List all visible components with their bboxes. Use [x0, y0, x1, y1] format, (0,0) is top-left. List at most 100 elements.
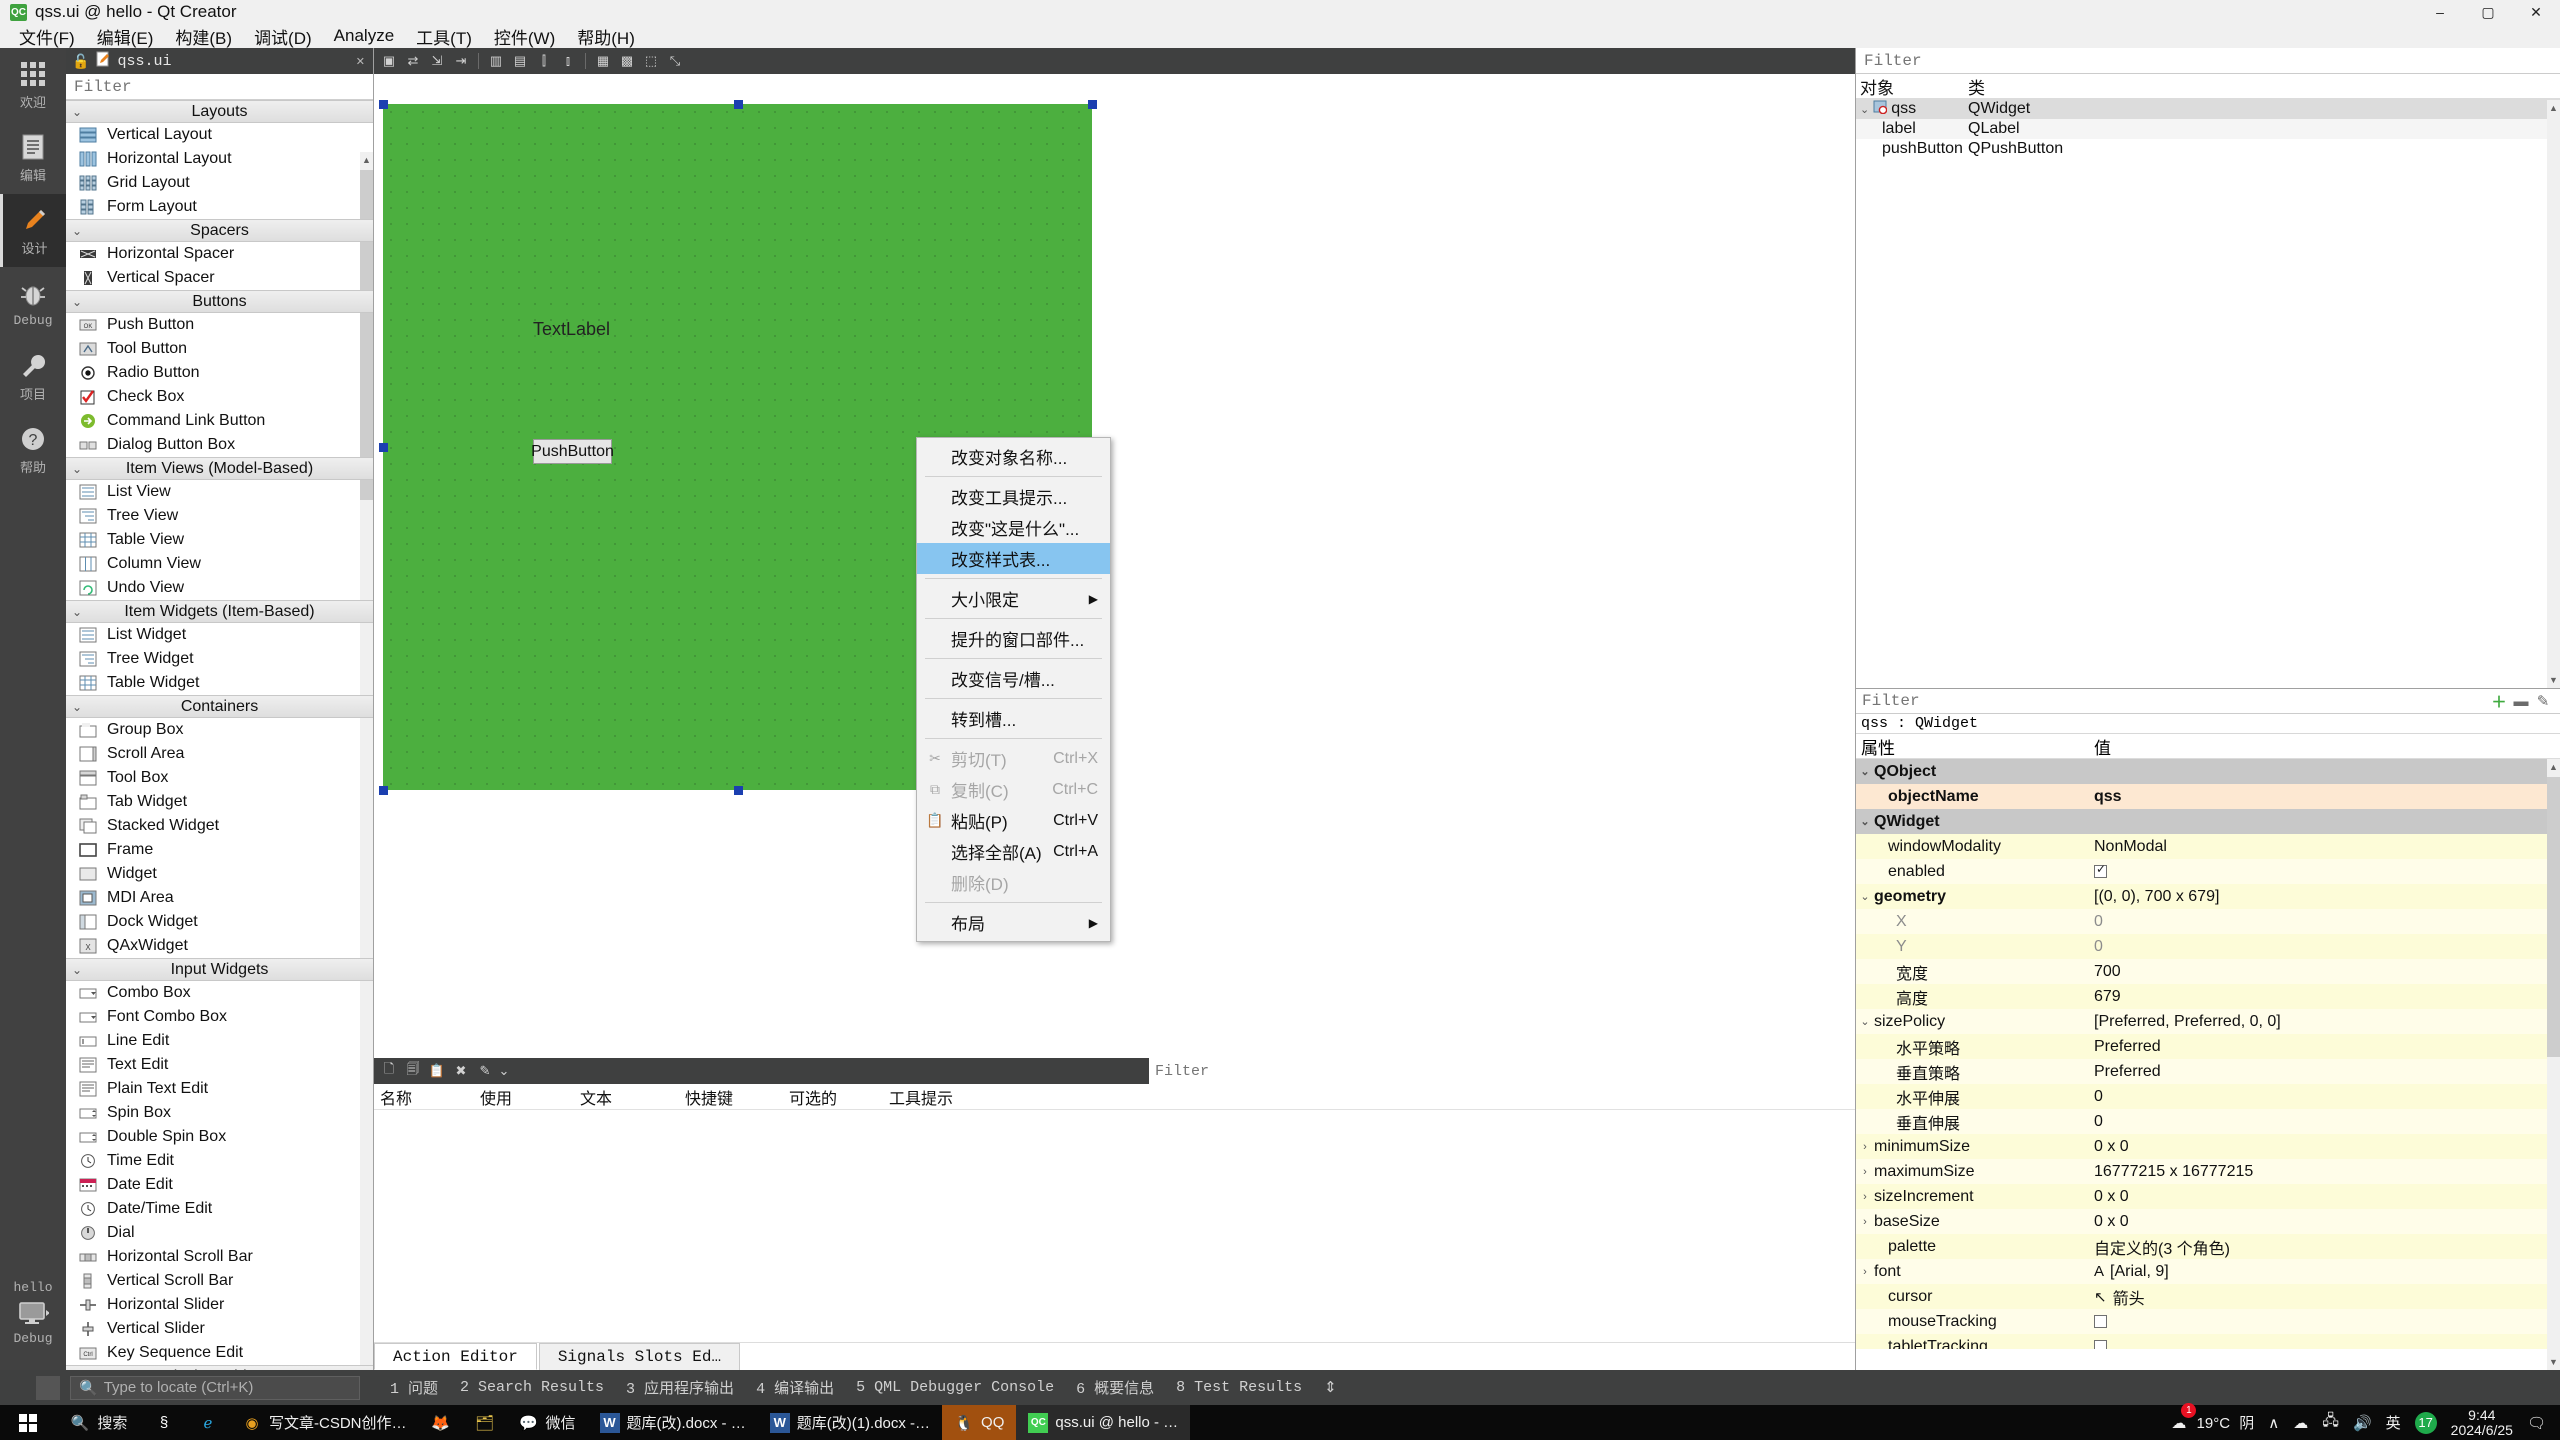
- widget-item-grid-layout[interactable]: Grid Layout: [66, 171, 373, 195]
- edit-tab-order-icon[interactable]: ⇥: [450, 50, 472, 72]
- property-row[interactable]: ⌄ QWidget: [1856, 809, 2560, 834]
- oi-scroll-down-arrow[interactable]: ▼: [2547, 672, 2560, 688]
- widget-item-qaxwidget[interactable]: X QAxWidget: [66, 934, 373, 958]
- layout-grid-icon[interactable]: ▦: [592, 50, 614, 72]
- widget-item-tree-view[interactable]: Tree View: [66, 504, 373, 528]
- widget-box-filter-input[interactable]: [74, 77, 365, 96]
- property-row[interactable]: › sizeIncrement 0 x 0: [1856, 1184, 2560, 1209]
- scroll-up-arrow[interactable]: ▲: [360, 152, 373, 168]
- context-menu-item-10[interactable]: 改变信号/槽...: [917, 663, 1110, 694]
- property-row[interactable]: 水平伸展 0: [1856, 1084, 2560, 1109]
- property-row[interactable]: Y0: [1856, 934, 2560, 959]
- menu-tools[interactable]: 工具(T): [405, 22, 483, 51]
- edit-signals-icon[interactable]: ⇄: [402, 50, 424, 72]
- resize-handle-bl[interactable]: [379, 786, 388, 795]
- widget-box-scrollbar[interactable]: ▲ ▼: [360, 152, 373, 1370]
- widget-box-list[interactable]: ▲ ▼ ⌄Layouts Vertical Layout Horizontal La…: [66, 100, 373, 1370]
- mode-welcome[interactable]: 欢迎: [0, 48, 66, 121]
- mode-projects[interactable]: 项目: [0, 340, 66, 413]
- property-row[interactable]: ⌄ QObject: [1856, 759, 2560, 784]
- output-pane-test-results[interactable]: 8 Test Results: [1176, 1379, 1302, 1396]
- oi-scroll-up-arrow[interactable]: ▲: [2547, 100, 2560, 116]
- widget-category-buttons[interactable]: ⌄ Buttons: [66, 290, 373, 313]
- property-row[interactable]: 垂直伸展 0: [1856, 1109, 2560, 1134]
- widget-item-vertical-slider[interactable]: Vertical Slider: [66, 1317, 373, 1341]
- taskbar-item-3[interactable]: 🦊: [419, 1405, 463, 1440]
- property-editor-rows[interactable]: ⌄ QObject objectName qss ⌄ QWidget windowModal…: [1856, 759, 2560, 1349]
- column-header-checkable[interactable]: 可选的: [783, 1085, 883, 1109]
- notification-icon[interactable]: 🗨: [2527, 1414, 2546, 1432]
- property-row[interactable]: › minimumSize 0 x 0: [1856, 1134, 2560, 1159]
- widget-item-dial[interactable]: Dial: [66, 1221, 373, 1245]
- widget-category-layouts[interactable]: ⌄ Layouts: [66, 100, 373, 123]
- widget-item-radio-button[interactable]: Radio Button: [66, 361, 373, 385]
- context-menu-item-6[interactable]: 大小限定 ▶: [917, 583, 1110, 614]
- context-menu-item-3[interactable]: 改变"这是什么"...: [917, 512, 1110, 543]
- property-row[interactable]: palette 自定义的(3 个角色): [1856, 1234, 2560, 1259]
- property-row[interactable]: 水平策略 Preferred: [1856, 1034, 2560, 1059]
- edit-action-icon[interactable]: ✎: [474, 1060, 496, 1082]
- property-editor-scrollbar[interactable]: ▲ ▼: [2547, 759, 2560, 1370]
- onedrive-cloud-icon[interactable]: ☁: [2293, 1414, 2308, 1432]
- layout-splitter-h-icon[interactable]: ⫿: [533, 50, 555, 72]
- property-row[interactable]: › baseSize 0 x 0: [1856, 1209, 2560, 1234]
- widget-item-line-edit[interactable]: Line Edit: [66, 1029, 373, 1053]
- tab-close-icon[interactable]: ✕: [356, 55, 365, 68]
- expand-chevron-icon[interactable]: ⌄: [1856, 815, 1874, 828]
- property-checkbox[interactable]: [2094, 1340, 2107, 1349]
- property-editor-filter-input[interactable]: [1862, 692, 2488, 710]
- mode-help[interactable]: ? 帮助: [0, 413, 66, 486]
- property-row[interactable]: 宽度 700: [1856, 959, 2560, 984]
- column-header-property[interactable]: 属性: [1856, 734, 2089, 759]
- widget-item-horizontal-spacer[interactable]: Horizontal Spacer: [66, 242, 373, 266]
- widget-item-column-view[interactable]: Column View: [66, 552, 373, 576]
- widget-category-containers[interactable]: ⌄ Containers: [66, 695, 373, 718]
- expand-chevron-icon[interactable]: ⌄: [1856, 1015, 1874, 1028]
- taskbar-item-8[interactable]: 🐧 QQ: [942, 1405, 1017, 1440]
- widget-item-date-edit[interactable]: Date Edit: [66, 1173, 373, 1197]
- property-row[interactable]: X0: [1856, 909, 2560, 934]
- widget-category-input-widgets[interactable]: ⌄ Input Widgets: [66, 958, 373, 981]
- context-menu-item-17[interactable]: 选择全部(A) Ctrl+A: [917, 836, 1110, 867]
- menu-debug[interactable]: 调试(D): [243, 22, 323, 51]
- sidebar-toggle-button[interactable]: [36, 1375, 60, 1400]
- widget-item-plain-text-edit[interactable]: Plain Text Edit: [66, 1077, 373, 1101]
- widget-item-text-edit[interactable]: Text Edit: [66, 1053, 373, 1077]
- windows-start-icon[interactable]: [0, 1405, 56, 1440]
- property-checkbox[interactable]: ✓: [2094, 862, 2107, 878]
- counter-badge[interactable]: 17: [2414, 1411, 2437, 1434]
- minimize-button[interactable]: –: [2416, 0, 2464, 24]
- menu-help[interactable]: 帮助(H): [566, 22, 646, 51]
- widget-item-table-view[interactable]: Table View: [66, 528, 373, 552]
- tab-signals-slots-editor[interactable]: Signals Slots Ed…: [538, 1343, 741, 1370]
- menu-widgets[interactable]: 控件(W): [483, 22, 566, 51]
- output-pane-issues[interactable]: 1 问题: [390, 1377, 438, 1398]
- action-editor-filter-input[interactable]: [1155, 1062, 1849, 1080]
- widget-item-tab-widget[interactable]: Tab Widget: [66, 790, 373, 814]
- column-header-shortcut[interactable]: 快捷键: [679, 1085, 783, 1109]
- column-header-used[interactable]: 使用: [474, 1085, 574, 1109]
- context-menu-item-12[interactable]: 转到槽...: [917, 703, 1110, 734]
- widget-item-double-spin-box[interactable]: Double Spin Box: [66, 1125, 373, 1149]
- taskbar-item-0[interactable]: §: [142, 1405, 186, 1440]
- widget-item-dock-widget[interactable]: Dock Widget: [66, 910, 373, 934]
- mode-debug[interactable]: Debug: [0, 267, 66, 340]
- kit-selector[interactable]: hello Debug: [0, 1276, 66, 1350]
- lock-icon[interactable]: 🔓: [72, 53, 89, 70]
- property-row[interactable]: › maximumSize 16777215 x 16777215: [1856, 1159, 2560, 1184]
- pe-scroll-down-arrow[interactable]: ▼: [2547, 1354, 2560, 1370]
- add-property-button[interactable]: ＋: [2488, 690, 2510, 712]
- menu-file[interactable]: 文件(F): [8, 22, 86, 51]
- widget-item-list-widget[interactable]: List Widget: [66, 623, 373, 647]
- property-row[interactable]: ⌄ sizePolicy [Preferred, Preferred, 0, 0]: [1856, 1009, 2560, 1034]
- widget-category-item-widgets-item-based[interactable]: ⌄ Item Widgets (Item-Based): [66, 600, 373, 623]
- chevron-up-icon[interactable]: ∧: [2268, 1414, 2279, 1432]
- expand-chevron-icon[interactable]: ›: [1856, 1166, 1874, 1178]
- widget-item-tree-widget[interactable]: Tree Widget: [66, 647, 373, 671]
- widget-item-vertical-spacer[interactable]: Vertical Spacer: [66, 266, 373, 290]
- widget-item-horizontal-slider[interactable]: Horizontal Slider: [66, 1293, 373, 1317]
- widget-item-undo-view[interactable]: Undo View: [66, 576, 373, 600]
- expand-chevron-icon[interactable]: ›: [1856, 1141, 1874, 1153]
- expand-chevron-icon[interactable]: ⌄: [1856, 765, 1874, 778]
- ime-indicator[interactable]: 英: [2386, 1412, 2401, 1433]
